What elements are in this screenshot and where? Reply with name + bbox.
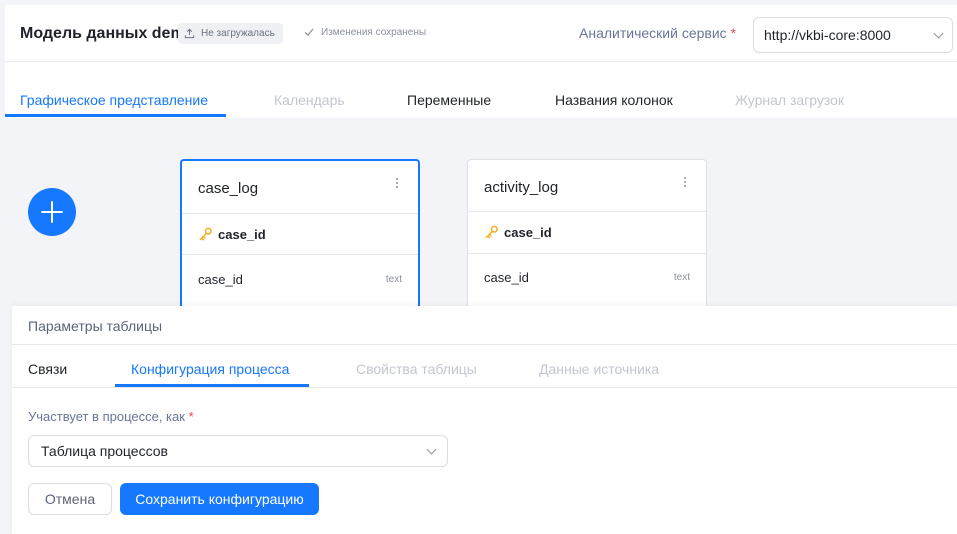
more-vertical-icon[interactable] <box>684 177 686 187</box>
add-table-button[interactable] <box>28 188 76 236</box>
key-column-row: case_id <box>198 227 266 242</box>
analytics-service-label-text: Аналитический сервис <box>579 25 727 41</box>
analytics-service-select[interactable]: http://vkbi-core:8000 <box>753 17 953 53</box>
required-mark: * <box>188 409 194 424</box>
upload-icon <box>184 28 195 39</box>
panel-title: Параметры таблицы <box>28 318 163 334</box>
key-icon <box>199 227 212 241</box>
save-configuration-button[interactable]: Сохранить конфигурацию <box>120 483 319 515</box>
process-role-label: Участвует в процессе, как * <box>28 409 194 424</box>
saved-status: Изменения сохранены <box>303 26 426 38</box>
card-divider <box>182 254 418 255</box>
table-parameters-panel: Параметры таблицы Связи Конфигурация про… <box>12 306 957 534</box>
header: Модель данных demo Не загружалась Измене… <box>5 5 957 61</box>
tab-calendar[interactable]: Календарь <box>274 92 345 108</box>
check-icon <box>304 28 314 36</box>
chevron-down-icon <box>426 444 437 455</box>
tab-relations[interactable]: Связи <box>28 361 67 377</box>
active-tab-indicator <box>5 114 226 117</box>
cancel-button[interactable]: Отмена <box>28 483 112 515</box>
card-divider <box>468 211 706 212</box>
required-mark: * <box>730 25 736 41</box>
analytics-service-label: Аналитический сервис * <box>579 25 736 41</box>
card-divider <box>182 213 418 214</box>
table-card-title: case_log <box>198 180 259 197</box>
card-divider <box>468 253 706 254</box>
panel-tabs-divider <box>12 387 957 388</box>
tab-graphical-view[interactable]: Графическое представление <box>20 92 208 108</box>
main-tabs: Графическое представление Календарь Пере… <box>5 61 957 118</box>
tab-column-names[interactable]: Названия колонок <box>555 92 673 108</box>
key-icon <box>485 225 498 239</box>
process-role-label-text: Участвует в процессе, как <box>28 409 185 424</box>
column-type: text <box>385 274 402 285</box>
tab-table-properties[interactable]: Свойства таблицы <box>356 361 477 377</box>
process-role-value: Таблица процессов <box>41 443 168 459</box>
model-title: Модель данных demo <box>20 25 195 42</box>
chevron-down-icon <box>933 28 944 39</box>
more-vertical-icon[interactable] <box>396 178 398 188</box>
process-role-select[interactable]: Таблица процессов <box>28 435 448 467</box>
key-column-name: case_id <box>218 227 266 242</box>
tab-load-log[interactable]: Журнал загрузок <box>735 92 844 108</box>
tab-source-data[interactable]: Данные источника <box>539 361 659 377</box>
key-column-name: case_id <box>504 225 552 240</box>
analytics-service-value: http://vkbi-core:8000 <box>764 27 891 43</box>
tab-process-configuration[interactable]: Конфигурация процесса <box>131 361 289 377</box>
column-type: text <box>673 272 690 283</box>
column-name: case_id <box>198 272 243 287</box>
column-name: case_id <box>484 270 529 285</box>
upload-status-badge: Не загружалась <box>178 23 283 44</box>
key-column-row: case_id <box>484 225 552 240</box>
panel-divider <box>12 344 957 345</box>
tab-variables[interactable]: Переменные <box>407 92 491 108</box>
upload-status-text: Не загружалась <box>201 28 275 39</box>
table-card-title: activity_log <box>484 179 559 196</box>
saved-status-text: Изменения сохранены <box>321 26 427 38</box>
